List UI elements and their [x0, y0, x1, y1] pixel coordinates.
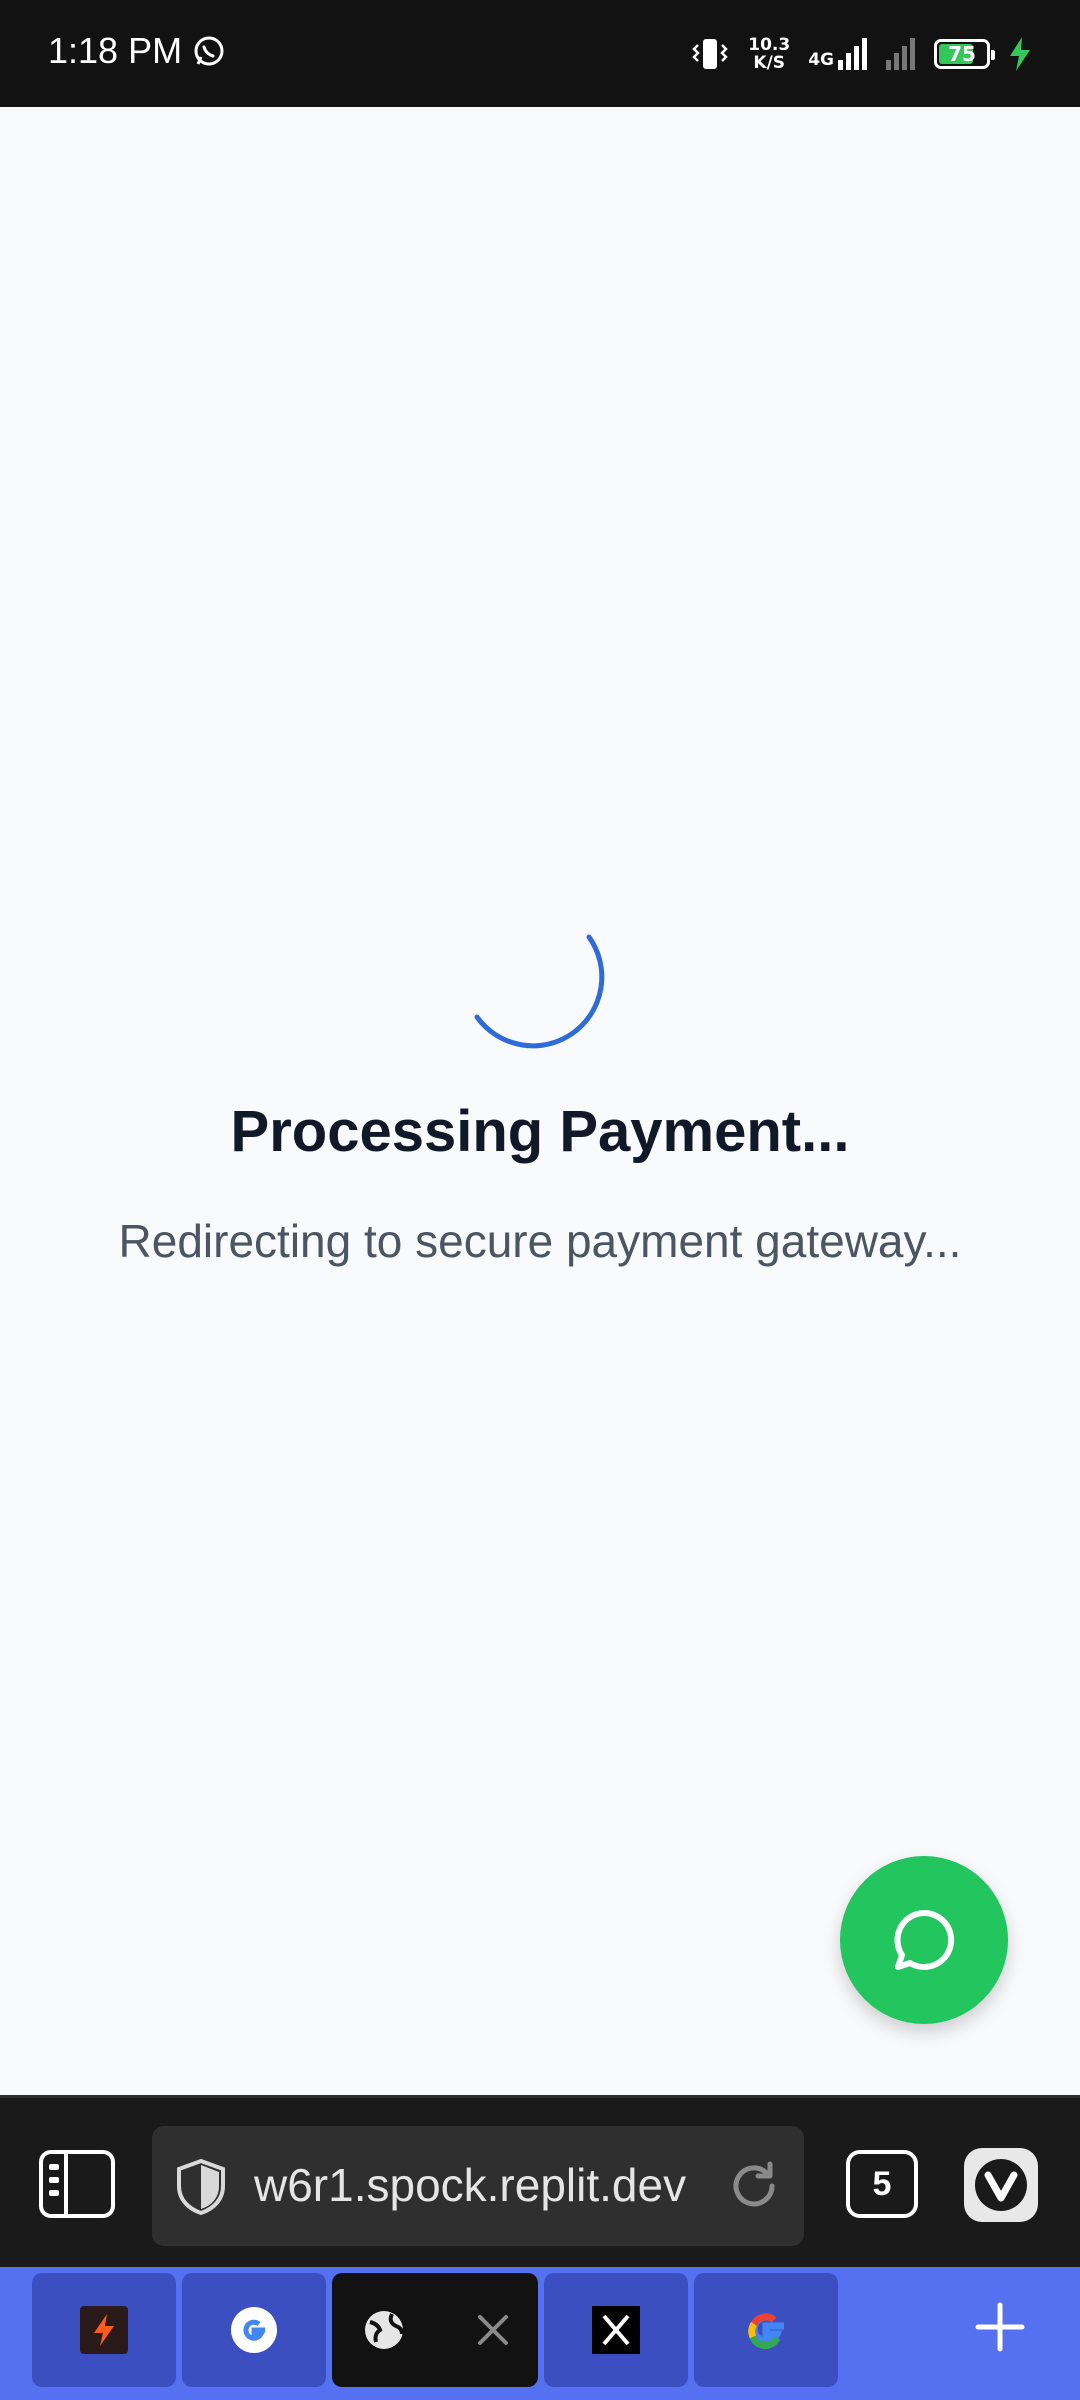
tab-item[interactable]: [32, 2273, 176, 2387]
new-tab-icon[interactable]: [970, 2297, 1030, 2357]
network-type: 4G: [808, 50, 834, 70]
app-bolt-icon: [80, 2306, 128, 2354]
tab-strip: [0, 2267, 1080, 2400]
google-icon: [748, 2313, 784, 2349]
reload-icon[interactable]: [726, 2158, 782, 2214]
chat-bubble-icon: [894, 1909, 955, 1970]
whatsapp-notification-icon: [194, 36, 224, 66]
battery-indicator: 75: [934, 39, 995, 69]
page-title: Processing Payment...: [230, 1099, 850, 1164]
address-bar[interactable]: w6r1.spock.replit.dev: [152, 2126, 804, 2246]
tab-item[interactable]: [544, 2273, 688, 2387]
tab-count-button[interactable]: 5: [846, 2150, 918, 2218]
x-logo-icon: [592, 2306, 640, 2354]
network-speed: 10.3 K/S: [748, 35, 791, 73]
chat-button[interactable]: [840, 1856, 1008, 2024]
tab-count: 5: [872, 2164, 892, 2203]
vibrate-icon: [692, 39, 729, 69]
tab-item[interactable]: [694, 2273, 838, 2387]
loading-spinner: [474, 934, 605, 1049]
status-bar: 1:18 PM 10.3 K/S 4G 75: [0, 0, 1080, 107]
vivaldi-logo-icon: [975, 2159, 1027, 2211]
vivaldi-menu-button[interactable]: [964, 2148, 1038, 2222]
google-icon: [231, 2307, 277, 2353]
page-subtitle: Redirecting to secure payment gateway...: [118, 1215, 962, 1267]
globe-icon: [365, 2311, 404, 2349]
status-time: 1:18 PM: [48, 30, 183, 71]
tab-item-active[interactable]: [332, 2273, 538, 2387]
browser-toolbar: w6r1.spock.replit.dev 5: [0, 2095, 1080, 2267]
shield-icon[interactable]: [174, 2158, 228, 2216]
signal-icon: [838, 38, 867, 70]
signal-weak-icon: [886, 38, 915, 70]
panel-toggle-icon[interactable]: [38, 2149, 116, 2219]
url-text[interactable]: w6r1.spock.replit.dev: [254, 2158, 724, 2212]
tab-item[interactable]: [182, 2273, 326, 2387]
battery-level: 75: [948, 42, 976, 66]
charging-icon: [1010, 37, 1030, 71]
close-tab-icon[interactable]: [476, 2313, 510, 2347]
